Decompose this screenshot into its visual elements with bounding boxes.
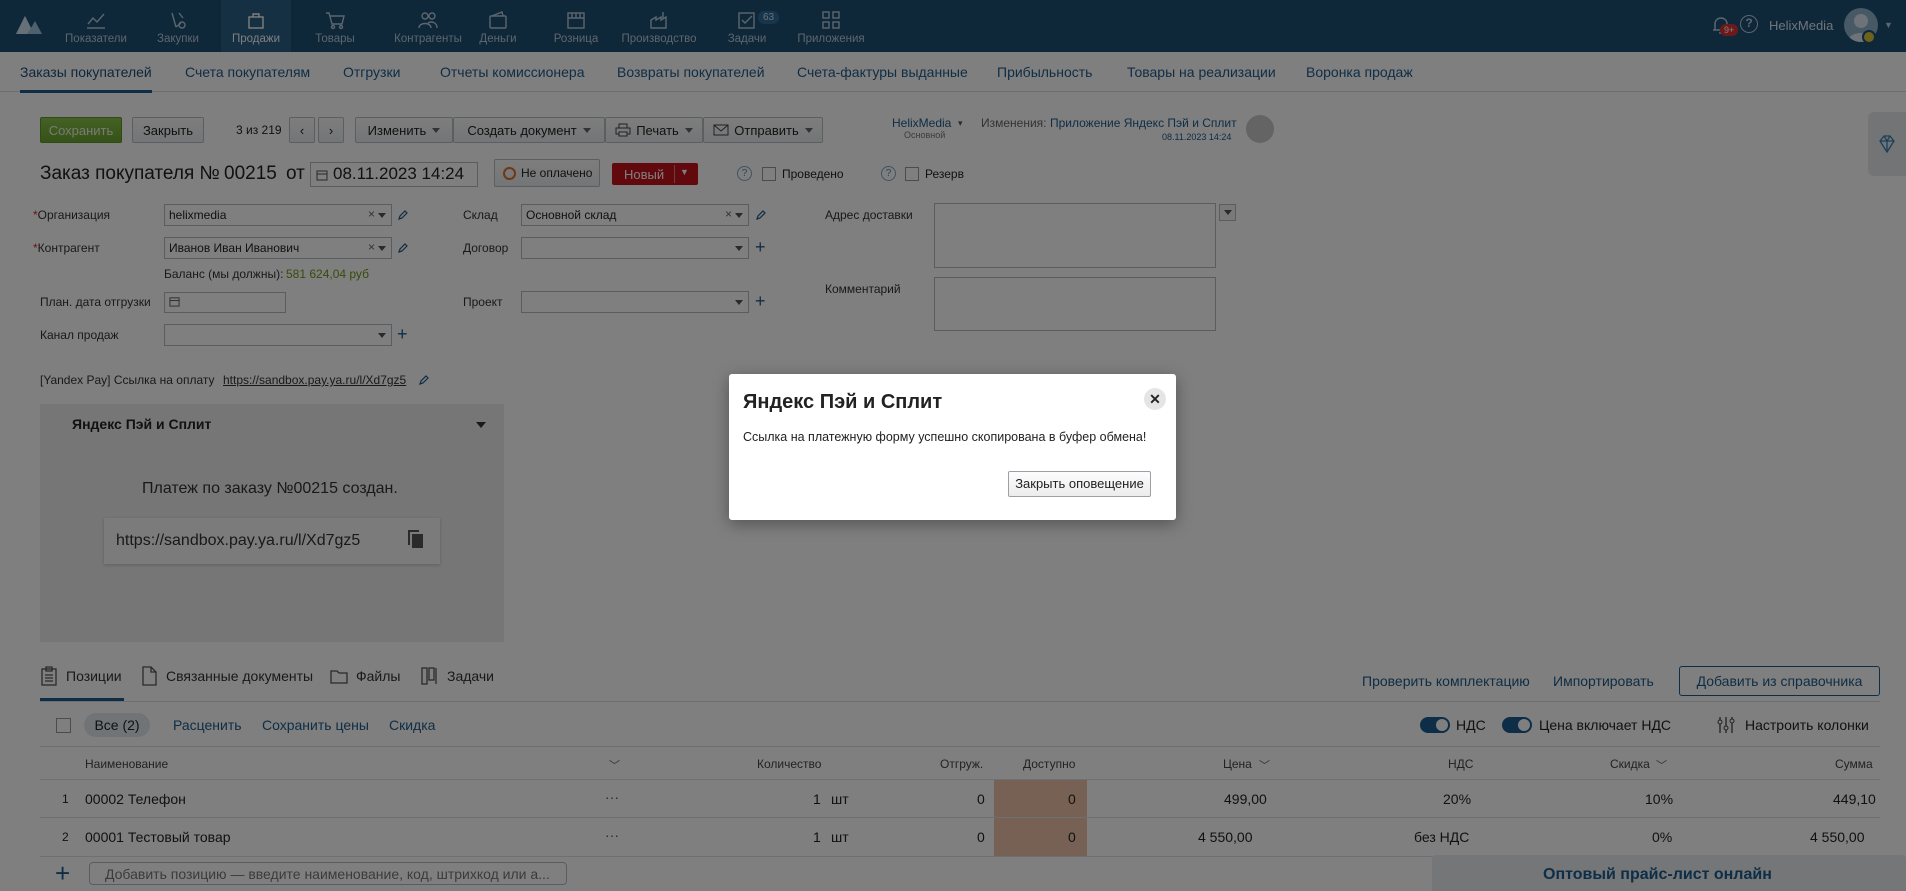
close-notification-button[interactable]: Закрыть оповещение [1008, 471, 1151, 497]
close-icon[interactable]: ✕ [1144, 388, 1166, 410]
notification-dialog: Яндекс Пэй и Сплит ✕ Ссылка на платежную… [729, 374, 1176, 520]
dialog-message: Ссылка на платежную форму успешно скопир… [743, 430, 1147, 444]
dialog-title: Яндекс Пэй и Сплит [743, 391, 943, 413]
